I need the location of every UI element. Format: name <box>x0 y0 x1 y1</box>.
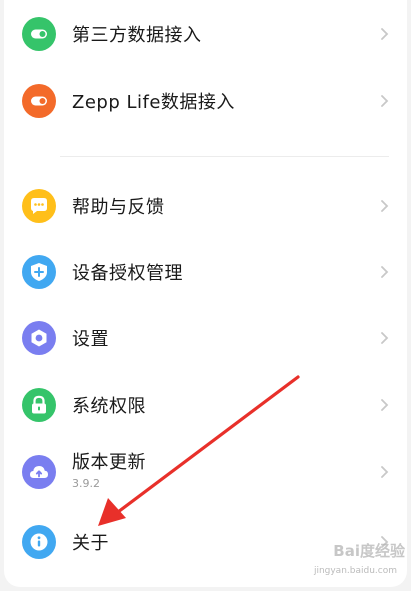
chevron-right-icon <box>377 397 391 413</box>
chat-bubble-icon <box>22 189 56 223</box>
menu-item-settings[interactable]: 设置 <box>4 306 407 370</box>
chevron-right-icon <box>377 330 391 346</box>
chevron-right-icon <box>377 198 391 214</box>
watermark-logo: Bai度经验 <box>333 542 405 560</box>
menu-item-label: 第三方数据接入 <box>72 25 202 46</box>
cloud-upload-icon <box>22 455 56 489</box>
menu-item-help-feedback[interactable]: 帮助与反馈 <box>4 174 407 238</box>
chevron-right-icon <box>377 26 391 42</box>
info-icon <box>22 525 56 559</box>
toggle-icon <box>22 84 56 118</box>
lock-icon <box>22 388 56 422</box>
menu-item-device-authorization[interactable]: 设备授权管理 <box>4 240 407 304</box>
watermark-url: jingyan.baidu.com <box>313 566 397 576</box>
menu-item-label: 设备授权管理 <box>72 263 183 284</box>
menu-item-system-permissions[interactable]: 系统权限 <box>4 373 407 437</box>
menu-item-version-update[interactable]: 版本更新 3.9.2 <box>4 440 407 504</box>
menu-item-label: 版本更新 <box>72 452 146 473</box>
menu-item-label: 设置 <box>72 329 109 350</box>
chevron-right-icon <box>377 464 391 480</box>
gear-hexagon-icon <box>22 321 56 355</box>
menu-item-label: Zepp Life数据接入 <box>72 92 235 113</box>
chevron-right-icon <box>377 264 391 280</box>
menu-item-label: 关于 <box>72 533 109 554</box>
group-divider <box>60 156 389 157</box>
menu-item-label: 系统权限 <box>72 396 146 417</box>
settings-menu-card: 第三方数据接入 Zepp Life数据接入 帮助与反馈 设备授权管理 设置 系统… <box>4 0 407 587</box>
chevron-right-icon <box>377 93 391 109</box>
menu-item-label: 帮助与反馈 <box>72 197 165 218</box>
version-number: 3.9.2 <box>72 477 100 490</box>
toggle-icon <box>22 17 56 51</box>
menu-item-zepp-life-data[interactable]: Zepp Life数据接入 <box>4 69 407 133</box>
menu-item-third-party-data[interactable]: 第三方数据接入 <box>4 2 407 66</box>
shield-icon <box>22 255 56 289</box>
